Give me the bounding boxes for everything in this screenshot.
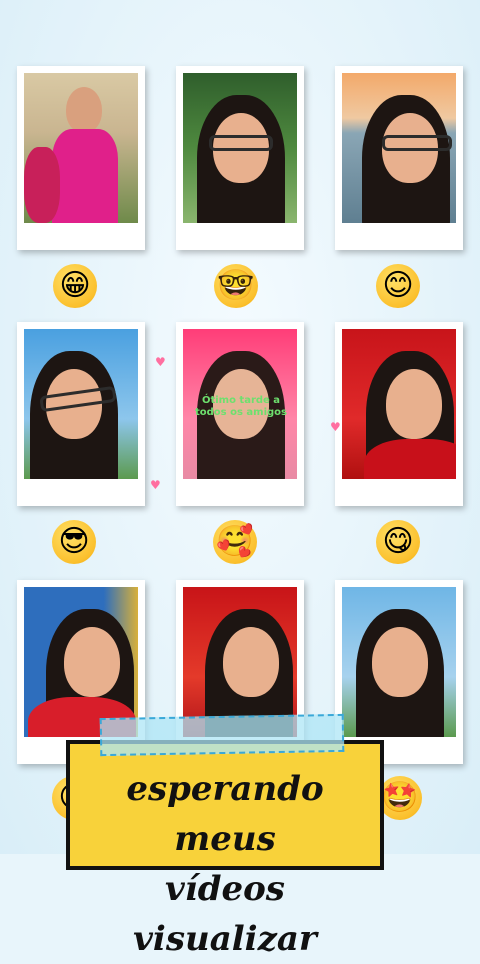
- heart-decoration-icon: ♥: [150, 478, 161, 492]
- star-struck-face-icon: 🤩: [378, 776, 422, 820]
- caption-box: esperando meus vídeos visualizar: [66, 740, 384, 959]
- photo-card-3[interactable]: [335, 66, 463, 250]
- photo-card-5[interactable]: Ótimo tarde a todos os amigos: [176, 322, 304, 506]
- photo-card-1[interactable]: [17, 66, 145, 250]
- photo-2: [183, 73, 297, 223]
- photo-5: Ótimo tarde a todos os amigos: [183, 329, 297, 479]
- smiling-face-icon: 😊: [376, 264, 420, 308]
- grinning-squinting-face-icon: 😁: [53, 264, 97, 308]
- photo-card-4[interactable]: [17, 322, 145, 506]
- photo-7: [24, 587, 138, 737]
- caption-line-1: esperando meus: [126, 769, 324, 859]
- photo-card-6[interactable]: [335, 322, 463, 506]
- photo-3: [342, 73, 456, 223]
- photo-9: [342, 587, 456, 737]
- cool-face-icon: 😎: [52, 520, 96, 564]
- photo-6: [342, 329, 456, 479]
- heart-decoration-icon: ♥: [155, 355, 166, 369]
- caption-text: esperando meus vídeos visualizar: [70, 764, 380, 964]
- nerd-face-icon: 🤓: [214, 264, 258, 308]
- smiling-face-with-hearts-icon: 🥰: [213, 520, 257, 564]
- caption-line-2: vídeos visualizar: [133, 869, 317, 959]
- heart-decoration-icon: ♥: [330, 420, 341, 434]
- tape-decoration: [99, 713, 345, 757]
- photo-4: [24, 329, 138, 479]
- yum-face-icon: 😋: [376, 520, 420, 564]
- overlay-greeting: Ótimo tarde a todos os amigos: [195, 395, 287, 418]
- photo-card-9[interactable]: [335, 580, 463, 764]
- photo-1: [24, 73, 138, 223]
- photo-card-2[interactable]: [176, 66, 304, 250]
